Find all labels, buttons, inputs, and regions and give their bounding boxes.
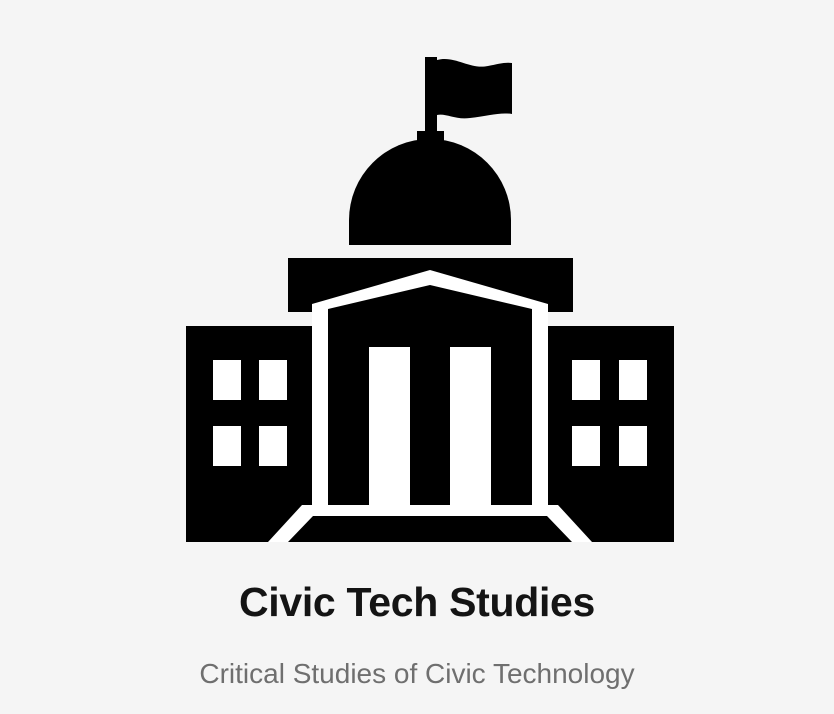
site-header: Civic Tech Studies Critical Studies of C…	[0, 0, 834, 714]
site-description: Critical Studies of Civic Technology	[199, 658, 635, 689]
site-title[interactable]: Civic Tech Studies	[0, 570, 834, 634]
capitol-building-icon[interactable]	[0, 0, 834, 560]
